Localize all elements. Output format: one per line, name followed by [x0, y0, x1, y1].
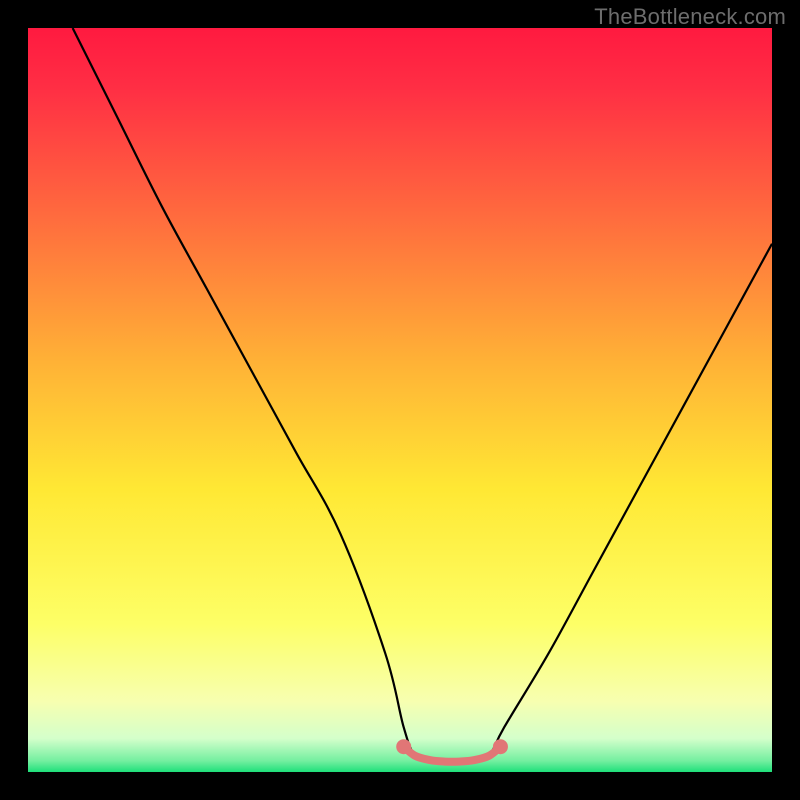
- chart-frame: { "watermark": "TheBottleneck.com", "col…: [0, 0, 800, 800]
- watermark-text: TheBottleneck.com: [594, 4, 786, 30]
- gradient-background: [28, 28, 772, 772]
- bottleneck-chart: [28, 28, 772, 772]
